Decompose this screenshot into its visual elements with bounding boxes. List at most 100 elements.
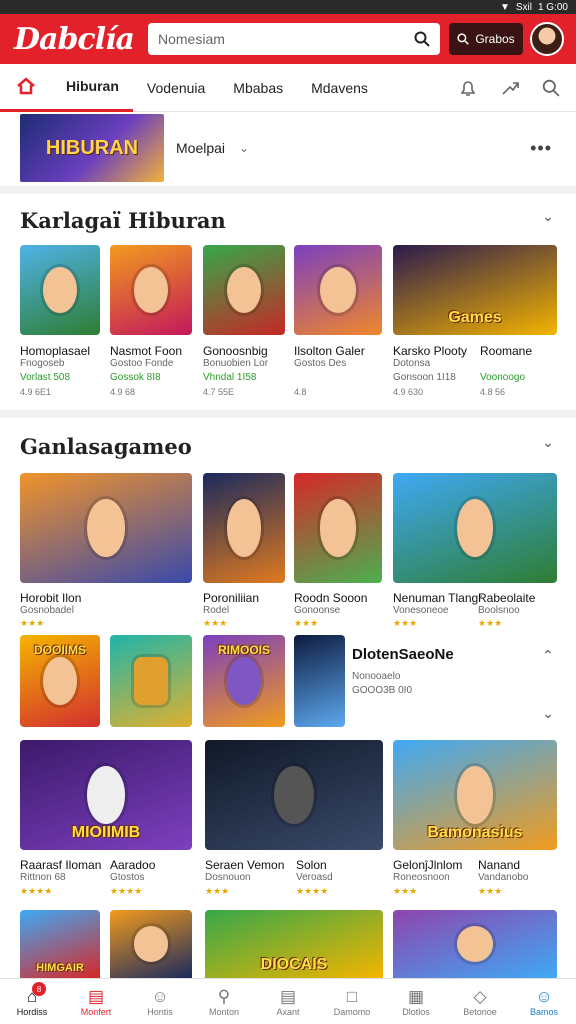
tab-home[interactable]	[0, 64, 52, 112]
chevron-down-icon[interactable]: ⌄	[542, 705, 554, 722]
game-thumbnail[interactable]	[294, 635, 345, 727]
nav-item-monton[interactable]: ⚲ Monton	[192, 979, 256, 1024]
game-title[interactable]: Horobit Ilon	[20, 591, 81, 605]
game-subtitle: Vandanobo	[478, 872, 529, 883]
nav-label: Betonoe	[463, 1006, 497, 1017]
game-thumbnail[interactable]	[20, 245, 100, 335]
game-title[interactable]: Karsko Plooty	[393, 344, 467, 358]
person-icon: ☺	[151, 986, 169, 1006]
search-icon[interactable]	[414, 31, 430, 47]
game-thumbnail-wide[interactable]	[393, 473, 557, 583]
game-subtitle: Gostos Des	[294, 358, 347, 369]
banner-thumbnail[interactable]: HIBURAN	[20, 114, 164, 182]
game-thumbnail[interactable]	[203, 473, 285, 583]
bell-icon[interactable]	[458, 78, 478, 98]
nav-item-dlotlos[interactable]: ▦ Dlotlos	[384, 979, 448, 1024]
more-options-icon[interactable]: •••	[530, 138, 552, 159]
tab-mdavens[interactable]: Mdavens	[297, 64, 382, 112]
avatar[interactable]	[530, 22, 564, 56]
game-thumbnail[interactable]: DOOIIMS	[20, 635, 100, 727]
game-title[interactable]: Ilsolton Galer	[294, 344, 365, 358]
game-title[interactable]: Aaradoo	[110, 858, 155, 872]
game-thumbnail[interactable]	[294, 473, 382, 583]
game-title[interactable]: Nenuman Tlangr	[393, 591, 482, 605]
nav-item-axant[interactable]: ▤ Axant	[256, 979, 320, 1024]
featured-banner[interactable]: HIBURAN Moelpai ⌄ •••	[0, 112, 576, 184]
nav-label: Dlotlos	[402, 1006, 430, 1017]
game-title[interactable]: Rabeolaite	[478, 591, 535, 605]
game-rating: ★★★	[205, 886, 229, 897]
bottom-navigation: ⌂ 8 Hordiss ▤ Monfert ☺ Hontis ⚲ Monton …	[0, 978, 576, 1024]
search-button[interactable]: Grabos	[449, 23, 523, 55]
game-title[interactable]: Seraen Vemon	[205, 858, 284, 872]
nav-item-damomo[interactable]: □ Damomo	[320, 979, 384, 1024]
banner-label: Moelpai	[176, 140, 226, 156]
side-game-title[interactable]: DlotenSaeoNe	[352, 646, 454, 663]
section-title-2: Ganlasagameo	[20, 434, 192, 459]
game-thumbnail[interactable]	[294, 245, 382, 335]
game-rating: 4.7 55E	[203, 387, 235, 397]
game-title[interactable]: Roomane	[480, 344, 532, 358]
star-icon: ★★★	[203, 618, 228, 628]
game-rating: 4.9 6E1	[20, 387, 52, 397]
star-icon: ★★★	[205, 886, 230, 896]
game-thumbnail-wide[interactable]	[20, 473, 192, 583]
search-bar[interactable]: Nomesiam	[148, 23, 440, 55]
game-price: Voonoogo	[480, 372, 526, 383]
divider	[0, 410, 576, 418]
game-thumbnail-wide[interactable]: Games	[393, 245, 557, 335]
nav-item-bamos[interactable]: ☺ Bamos	[512, 979, 576, 1024]
tab-hiburan[interactable]: Hiburan	[52, 64, 133, 112]
game-title[interactable]: Nasmot Foon	[110, 344, 182, 358]
share-icon[interactable]	[500, 78, 520, 98]
chevron-up-icon[interactable]: ⌄	[542, 646, 554, 663]
game-title[interactable]: Raarasf Iloman	[20, 858, 101, 872]
game-rating: ★★★	[393, 618, 417, 629]
game-title[interactable]: Poroniliian	[203, 591, 259, 605]
nav-item-betonoe[interactable]: ◇ Betonoe	[448, 979, 512, 1024]
game-title[interactable]: Roodn Sooon	[294, 591, 367, 605]
game-rating: ★★★	[478, 618, 502, 629]
search-icon[interactable]	[542, 79, 560, 97]
tab-mbabas[interactable]: Mbabas	[219, 64, 297, 112]
nav-label: Hordiss	[16, 1006, 48, 1017]
game-thumbnail[interactable]: RIMOOIS	[203, 635, 285, 727]
game-thumbnail[interactable]: HIMGAIR	[20, 910, 100, 978]
game-subtitle: Bonuobien Lor	[203, 358, 269, 369]
profile-icon: ☺	[535, 986, 553, 1006]
game-title[interactable]: GelonĵJlnlom	[393, 858, 462, 872]
search-icon: ⚲	[217, 986, 231, 1006]
game-thumbnail-wide[interactable]: MIOIIMIB	[20, 740, 192, 850]
grid-icon: ▦	[407, 986, 425, 1006]
game-thumbnail[interactable]	[110, 910, 192, 978]
game-price: Gossok 8I8	[110, 372, 161, 383]
nav-item-monfert[interactable]: ▤ Monfert	[64, 979, 128, 1024]
chevron-down-icon[interactable]: ⌄	[542, 208, 554, 225]
game-thumbnail-wide[interactable]: DIOCAIS	[205, 910, 383, 978]
game-thumbnail-wide[interactable]	[205, 740, 383, 850]
star-icon: ★★★	[20, 618, 45, 628]
game-thumbnail-wide[interactable]: Bamonasius	[393, 740, 557, 850]
game-title[interactable]: Nanand	[478, 858, 520, 872]
game-title[interactable]: Gonoosnbig	[203, 344, 268, 358]
star-icon: ★★★	[478, 618, 503, 628]
game-subtitle: Veroasd	[296, 872, 333, 883]
nav-item-hontis[interactable]: ☺ Hontis	[128, 979, 192, 1024]
game-title[interactable]: Solon	[296, 858, 327, 872]
game-subtitle: Boolsnoo	[478, 605, 520, 616]
nav-item-hordiss[interactable]: ⌂ 8 Hordiss	[0, 979, 64, 1024]
app-logo[interactable]: Dabclía	[14, 22, 144, 57]
game-thumbnail[interactable]	[110, 245, 192, 335]
game-title[interactable]: Homoplasael	[20, 344, 90, 358]
nav-label: Damomo	[333, 1006, 371, 1017]
tab-actions	[458, 64, 560, 112]
document-icon: ▤	[279, 986, 297, 1006]
game-thumbnail-wide[interactable]	[393, 910, 557, 978]
search-input[interactable]: Nomesiam	[158, 31, 414, 47]
game-thumbnail[interactable]	[110, 635, 192, 727]
game-subtitle: Gtostos	[110, 872, 145, 883]
chevron-down-icon[interactable]: ⌄	[542, 434, 554, 451]
tab-vodenuia[interactable]: Vodenuia	[133, 64, 219, 112]
game-thumbnail[interactable]	[203, 245, 285, 335]
chevron-down-icon[interactable]: ⌄	[239, 141, 249, 155]
